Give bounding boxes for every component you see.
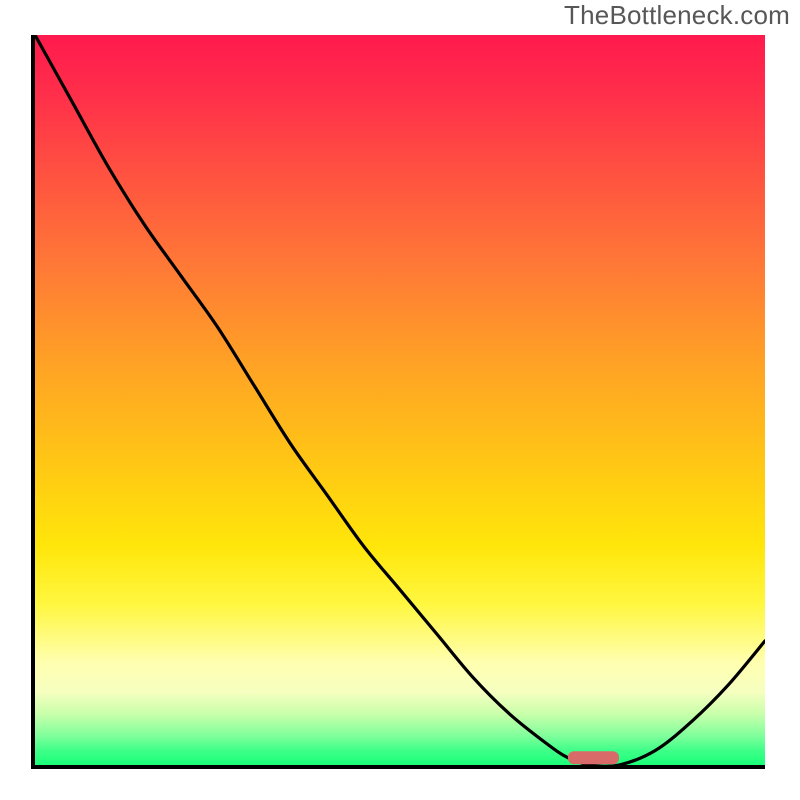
chart-line <box>35 35 765 765</box>
chart-container: TheBottleneck.com <box>0 0 800 800</box>
x-axis <box>35 765 765 769</box>
watermark-text: TheBottleneck.com <box>564 0 790 31</box>
chart-marker <box>568 751 619 764</box>
chart-plot-area <box>35 35 765 765</box>
